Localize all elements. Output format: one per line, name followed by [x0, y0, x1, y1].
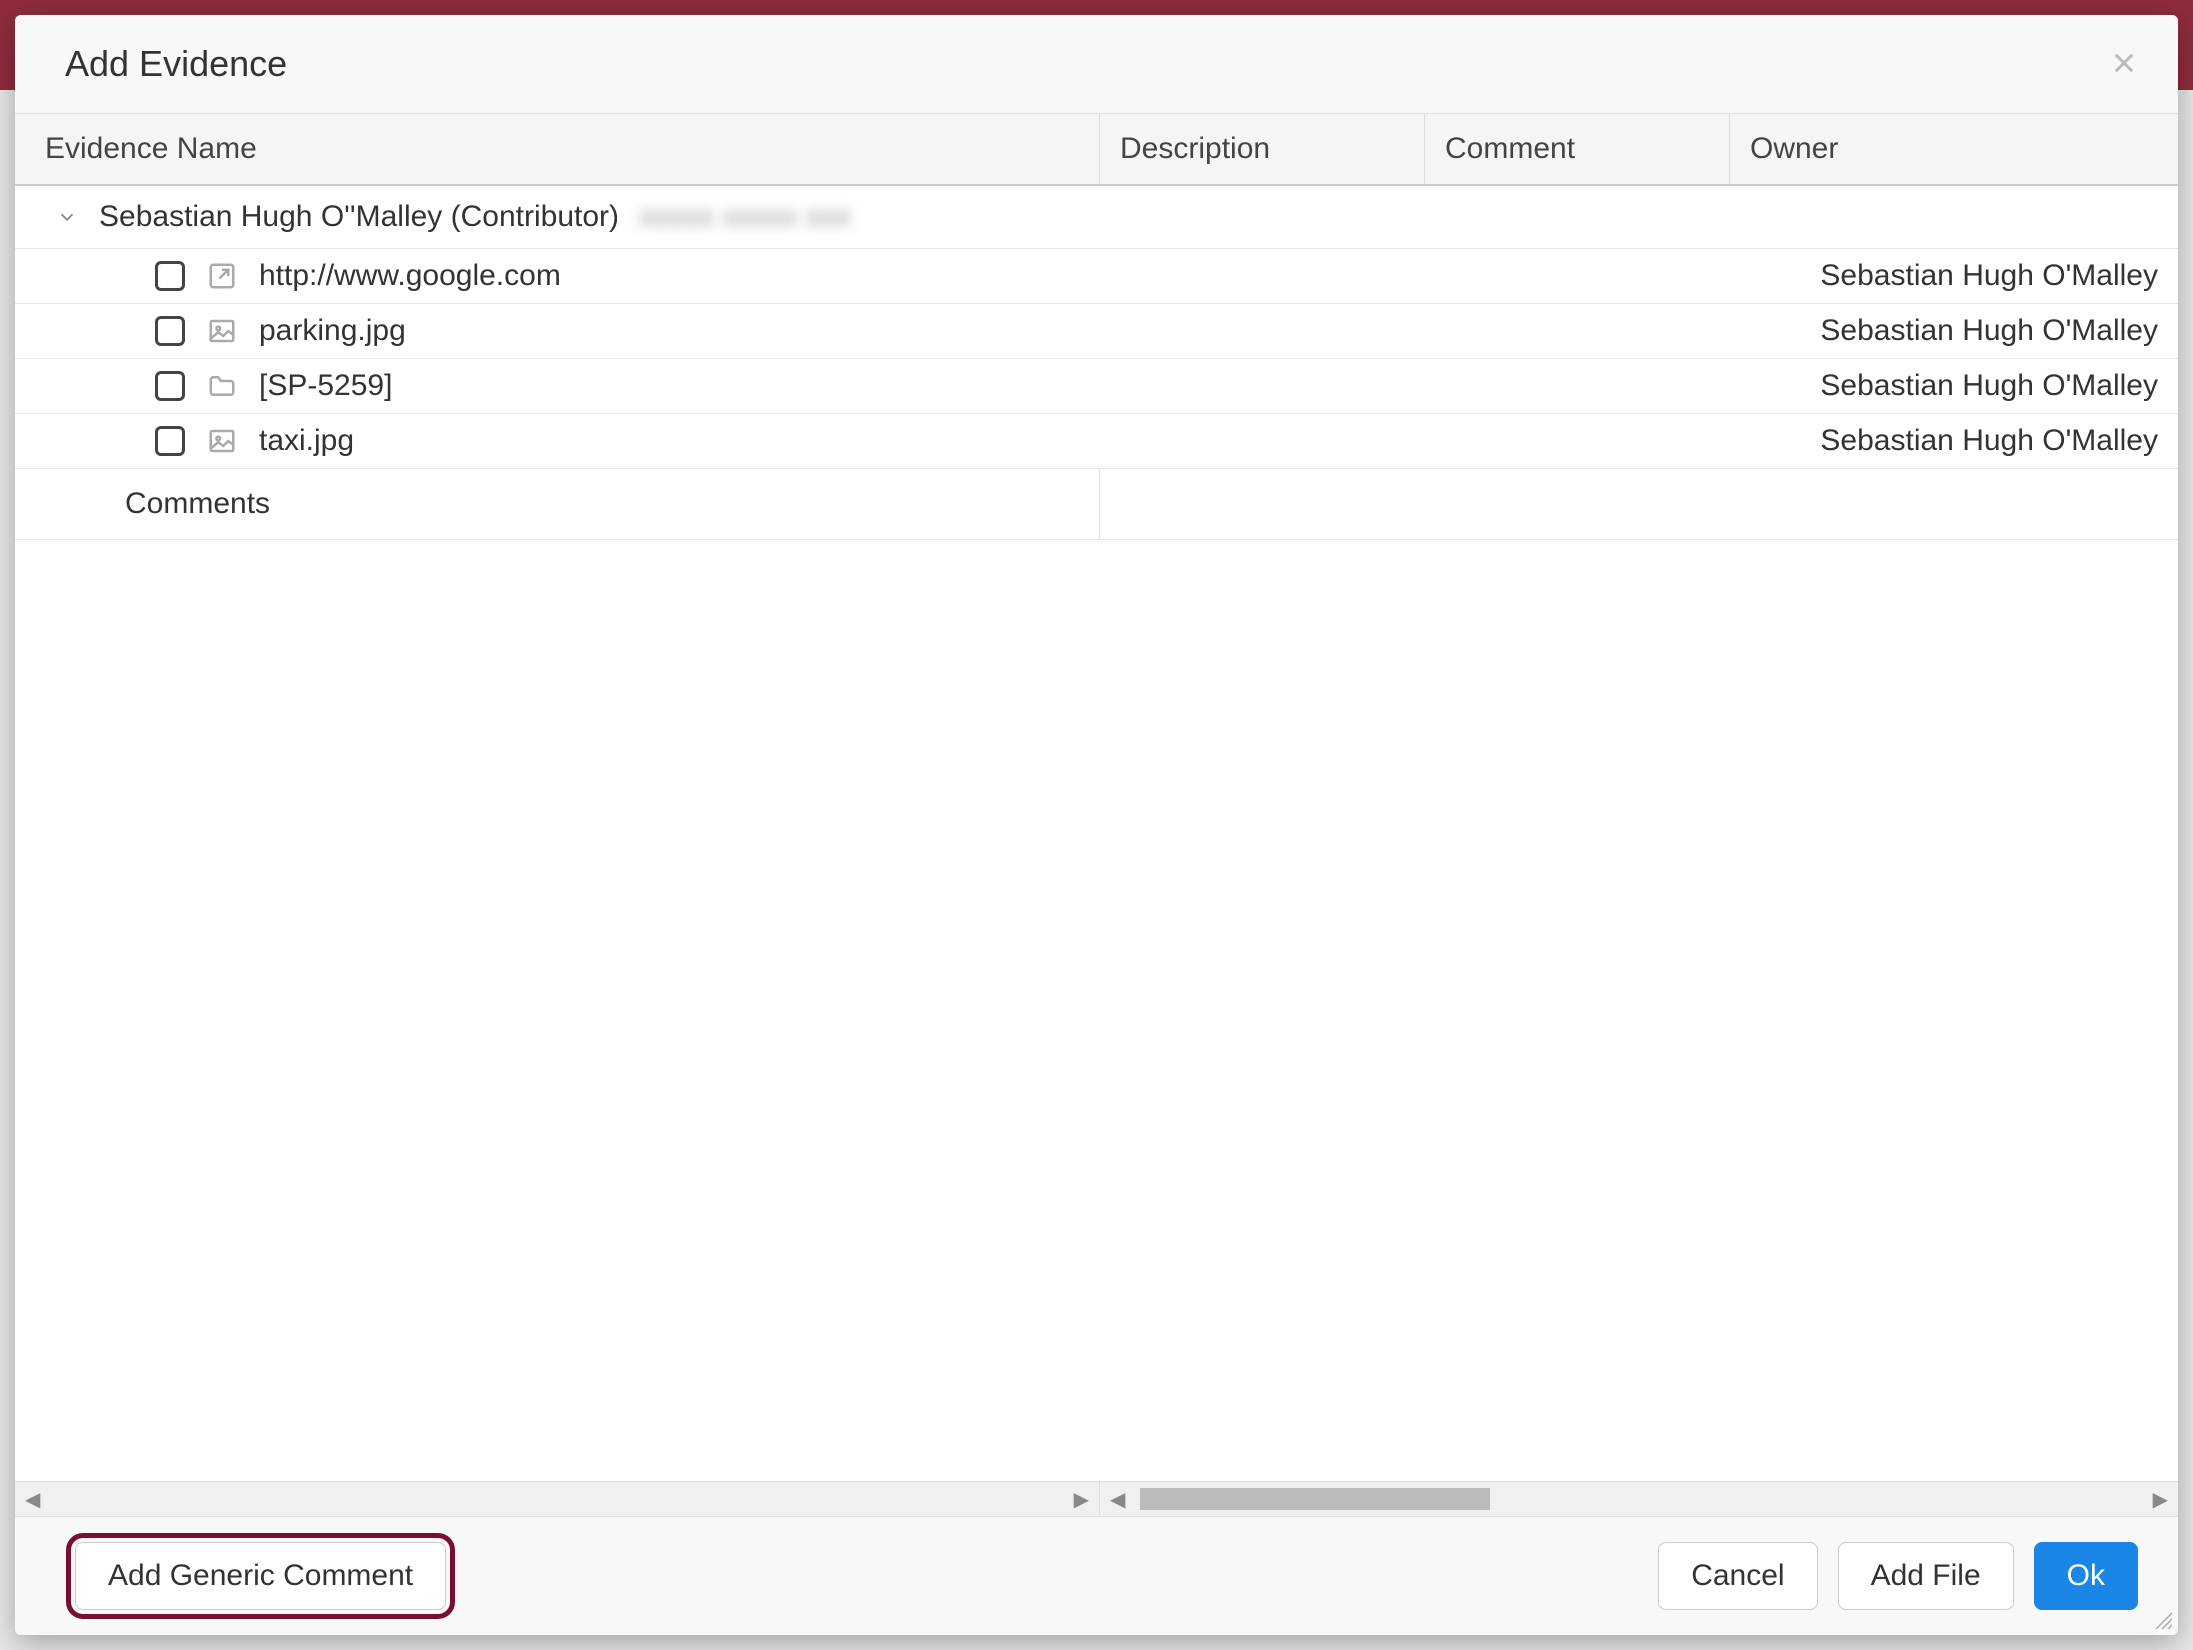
horizontal-scrollbar-area: ◀ ▶ ◀ ▶ — [15, 1481, 2178, 1516]
cell-owner: Sebastian Hugh O'Malley — [1730, 304, 2178, 358]
modal-footer: Add Generic Comment Cancel Add File Ok — [15, 1516, 2178, 1635]
close-icon[interactable] — [2110, 44, 2138, 84]
table-row[interactable]: [SP-5259] Sebastian Hugh O'Malley — [15, 359, 2178, 414]
table-row[interactable]: taxi.jpg Sebastian Hugh O'Malley — [15, 414, 2178, 469]
column-header-owner[interactable]: Owner — [1730, 114, 2178, 184]
table-row[interactable]: parking.jpg Sebastian Hugh O'Malley — [15, 304, 2178, 359]
cell-comment — [1425, 376, 1730, 396]
modal-title: Add Evidence — [65, 43, 287, 85]
row-checkbox[interactable] — [155, 261, 185, 291]
table-body: Sebastian Hugh O''Malley (Contributor) x… — [15, 186, 2178, 1481]
table-header: Evidence Name Description Comment Owner — [15, 114, 2178, 186]
cell-comment — [1425, 321, 1730, 341]
group-label: Sebastian Hugh O''Malley (Contributor) — [99, 200, 619, 234]
row-checkbox[interactable] — [155, 316, 185, 346]
chevron-down-icon[interactable] — [55, 205, 79, 229]
redacted-text: xxxxx xxxxx xxx — [639, 200, 851, 234]
image-icon — [205, 424, 239, 458]
cell-comment — [1425, 266, 1730, 286]
modal-header: Add Evidence — [15, 15, 2178, 114]
resize-grip-icon[interactable] — [2152, 1609, 2172, 1629]
evidence-table: Evidence Name Description Comment Owner … — [15, 114, 2178, 1516]
scroll-right-icon[interactable]: ▶ — [1074, 1487, 1089, 1512]
cell-description — [1100, 321, 1425, 341]
cell-owner: Sebastian Hugh O'Malley — [1730, 359, 2178, 413]
evidence-name: http://www.google.com — [259, 259, 561, 293]
evidence-name: [SP-5259] — [259, 369, 392, 403]
add-file-button[interactable]: Add File — [1838, 1542, 2014, 1610]
cell-owner: Sebastian Hugh O'Malley — [1730, 414, 2178, 468]
scrollbar-right[interactable]: ◀ ▶ — [1100, 1482, 2178, 1516]
add-generic-comment-button[interactable]: Add Generic Comment — [75, 1542, 446, 1610]
folder-icon — [205, 369, 239, 403]
ok-button[interactable]: Ok — [2034, 1542, 2138, 1610]
row-checkbox[interactable] — [155, 371, 185, 401]
cell-description — [1100, 266, 1425, 286]
comments-row[interactable]: Comments — [15, 469, 2178, 540]
add-evidence-modal: Add Evidence Evidence Name Description C… — [15, 15, 2178, 1635]
cell-owner: Sebastian Hugh O'Malley — [1730, 249, 2178, 303]
evidence-name: parking.jpg — [259, 314, 406, 348]
cell-description — [1100, 431, 1425, 451]
row-checkbox[interactable] — [155, 426, 185, 456]
cell-comment — [1425, 431, 1730, 451]
column-header-name[interactable]: Evidence Name — [15, 114, 1100, 184]
column-header-comment[interactable]: Comment — [1425, 114, 1730, 184]
scroll-thumb[interactable] — [1140, 1488, 1490, 1510]
comments-label: Comments — [15, 469, 1100, 539]
group-row[interactable]: Sebastian Hugh O''Malley (Contributor) x… — [15, 186, 2178, 249]
scroll-right-icon[interactable]: ▶ — [2153, 1487, 2168, 1512]
cancel-button[interactable]: Cancel — [1658, 1542, 1817, 1610]
column-header-description[interactable]: Description — [1100, 114, 1425, 184]
scroll-left-icon[interactable]: ◀ — [1110, 1487, 1125, 1512]
table-row[interactable]: http://www.google.com Sebastian Hugh O'M… — [15, 249, 2178, 304]
image-icon — [205, 314, 239, 348]
cell-description — [1100, 376, 1425, 396]
scroll-left-icon[interactable]: ◀ — [25, 1487, 40, 1512]
evidence-name: taxi.jpg — [259, 424, 354, 458]
external-link-icon — [205, 259, 239, 293]
scrollbar-left[interactable]: ◀ ▶ — [15, 1482, 1100, 1516]
